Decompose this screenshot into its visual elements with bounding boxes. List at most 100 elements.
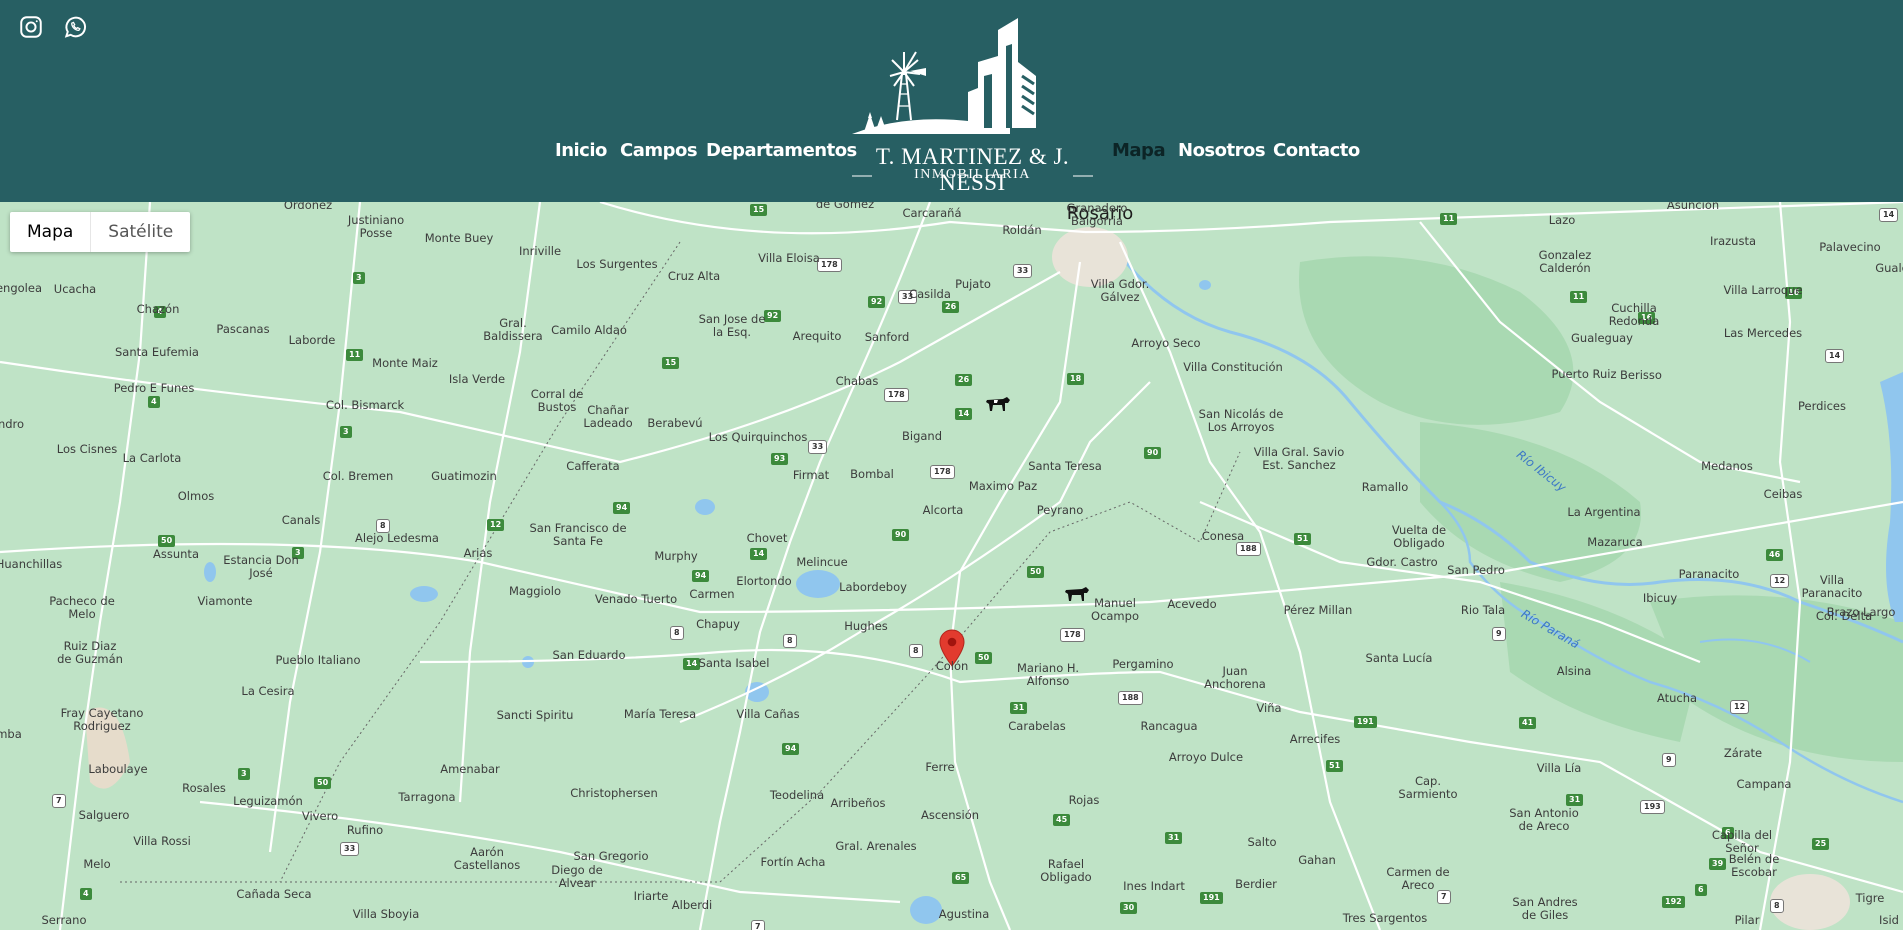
place-label: Casilda bbox=[909, 287, 951, 301]
place-label: Pueblo Italiano bbox=[275, 653, 361, 667]
place-label: Vuelta de Obligado bbox=[1391, 523, 1447, 550]
place-label: Estancia Don José bbox=[223, 553, 299, 580]
place-label: Ceibas bbox=[1763, 487, 1803, 501]
place-label: Isla Verde bbox=[448, 372, 506, 386]
place-label: Labordeboy bbox=[839, 580, 907, 594]
place-label: Berabevú bbox=[647, 416, 703, 430]
place-label: Irazusta bbox=[1709, 234, 1757, 248]
place-label: Rancagua bbox=[1140, 719, 1198, 733]
place-label: Hughes bbox=[844, 619, 888, 633]
place-label: Berisso bbox=[1620, 368, 1662, 382]
place-label: Villa Gdor. Gálvez bbox=[1090, 277, 1150, 304]
place-label: Pedro E Funes bbox=[113, 381, 195, 395]
place-label: Villa Paranacito bbox=[1801, 573, 1863, 600]
route-shield: 8 bbox=[1770, 899, 1784, 913]
place-label: Agustina bbox=[938, 907, 990, 921]
place-label: Tarragona bbox=[398, 790, 456, 804]
route-shield: 93 bbox=[771, 453, 789, 465]
map-type-satellite-button[interactable]: Satélite bbox=[90, 212, 190, 252]
place-label: Tres Sargentos bbox=[1342, 911, 1428, 925]
place-label: Arroyo Seco bbox=[1131, 336, 1201, 350]
place-label: Asunción bbox=[1666, 202, 1720, 212]
route-shield: 193 bbox=[1640, 800, 1665, 814]
nav-nosotros[interactable]: Nosotros bbox=[1178, 140, 1266, 161]
place-label: mba bbox=[0, 727, 22, 741]
route-shield: 178 bbox=[930, 465, 955, 479]
route-shield: 45 bbox=[1053, 814, 1071, 826]
place-label: Salguero bbox=[78, 808, 130, 822]
place-label: Villa Lía bbox=[1536, 761, 1582, 775]
place-label: Maximo Paz bbox=[968, 479, 1038, 493]
place-label: Chazón bbox=[136, 302, 180, 316]
place-label: Los Surgentes bbox=[576, 257, 658, 271]
route-shield: 188 bbox=[1118, 691, 1143, 705]
cow-icon[interactable] bbox=[985, 395, 1011, 413]
place-label: Iriarte bbox=[633, 889, 669, 903]
nav-departamentos[interactable]: Departamentos bbox=[706, 140, 857, 161]
place-label: Serrano bbox=[41, 913, 87, 927]
route-shield: 8 bbox=[909, 644, 923, 658]
place-label: Carmen bbox=[689, 587, 735, 601]
nav-contacto[interactable]: Contacto bbox=[1273, 140, 1360, 161]
map-type-toggle: Mapa Satélite bbox=[10, 212, 191, 252]
place-label: Pacheco de Melo bbox=[49, 594, 115, 621]
place-label: Rojas bbox=[1068, 793, 1100, 807]
map-view[interactable]: Mapa Satélite Río Ibicuy Río Paraná 15 1… bbox=[0, 202, 1903, 930]
place-label: Pérez Millan bbox=[1283, 603, 1353, 617]
place-label: Isid bbox=[1879, 913, 1899, 927]
route-shield: 14 bbox=[1879, 208, 1899, 222]
nav-campos[interactable]: Campos bbox=[620, 140, 698, 161]
place-label: Perdices bbox=[1797, 399, 1847, 413]
route-shield: 9 bbox=[1492, 627, 1506, 641]
place-label: Manuel Ocampo bbox=[1091, 596, 1139, 623]
place-label: Santa Lucía bbox=[1365, 651, 1433, 665]
company-logo[interactable]: T. MARTINEZ & J. NESSI INMOBILIARIA bbox=[850, 16, 1095, 195]
place-label: Tigre bbox=[1855, 891, 1885, 905]
place-label: Gahan bbox=[1298, 853, 1336, 867]
place-label: Sancti Spiritu bbox=[496, 708, 574, 722]
route-shield: 11 bbox=[1570, 291, 1588, 303]
map-type-map-button[interactable]: Mapa bbox=[10, 212, 90, 252]
place-label: Villa Rossi bbox=[133, 834, 191, 848]
route-shield: 33 bbox=[1013, 264, 1033, 278]
route-shield: 3 bbox=[238, 768, 250, 780]
place-label: Medanos bbox=[1701, 459, 1753, 473]
place-label: Cap. Sarmiento bbox=[1398, 774, 1458, 801]
route-shield: 14 bbox=[955, 408, 973, 420]
place-label: Rufino bbox=[346, 823, 384, 837]
place-label: Santa Isabel bbox=[698, 656, 770, 670]
route-shield: 3 bbox=[340, 426, 352, 438]
place-label: Col. Bismarck bbox=[325, 398, 405, 412]
place-label: Cafferata bbox=[566, 459, 620, 473]
route-shield: 50 bbox=[1027, 566, 1045, 578]
route-shield: 14 bbox=[683, 658, 701, 670]
route-shield: 41 bbox=[1519, 717, 1537, 729]
route-shield: 11 bbox=[1440, 213, 1458, 225]
place-label: Carcarañá bbox=[902, 206, 962, 220]
place-label: Murphy bbox=[654, 549, 698, 563]
place-label: Laborde bbox=[288, 333, 336, 347]
nav-mapa[interactable]: Mapa bbox=[1112, 140, 1166, 161]
place-label: Melincue bbox=[796, 555, 848, 569]
route-shield: 90 bbox=[1144, 447, 1162, 459]
place-label: Ruiz Diaz de Guzmán bbox=[57, 639, 123, 666]
route-shield: 11 bbox=[346, 349, 364, 361]
place-label: San Jose de la Esq. bbox=[698, 312, 766, 339]
nav-inicio[interactable]: Inicio bbox=[555, 140, 607, 161]
cow-icon[interactable] bbox=[1064, 585, 1090, 603]
place-label: Monte Buey bbox=[424, 231, 494, 245]
place-label: María Teresa bbox=[623, 707, 697, 721]
route-shield: 92 bbox=[868, 296, 886, 308]
place-label: Monte Maiz bbox=[372, 356, 438, 370]
place-label: Laboulaye bbox=[88, 762, 148, 776]
route-shield: 12 bbox=[1770, 574, 1790, 588]
route-shield: 31 bbox=[1566, 794, 1584, 806]
place-label: Santa Eufemia bbox=[115, 345, 199, 359]
place-label: Villa Constitución bbox=[1183, 360, 1283, 374]
place-label: Ines Indart bbox=[1123, 879, 1185, 893]
place-label: Granadero Baigorria bbox=[1066, 202, 1128, 228]
place-label: Alcorta bbox=[922, 503, 964, 517]
place-label: Cruz Alta bbox=[667, 269, 721, 283]
place-label: Gualeguay bbox=[1571, 331, 1633, 345]
route-shield: 31 bbox=[1010, 702, 1028, 714]
